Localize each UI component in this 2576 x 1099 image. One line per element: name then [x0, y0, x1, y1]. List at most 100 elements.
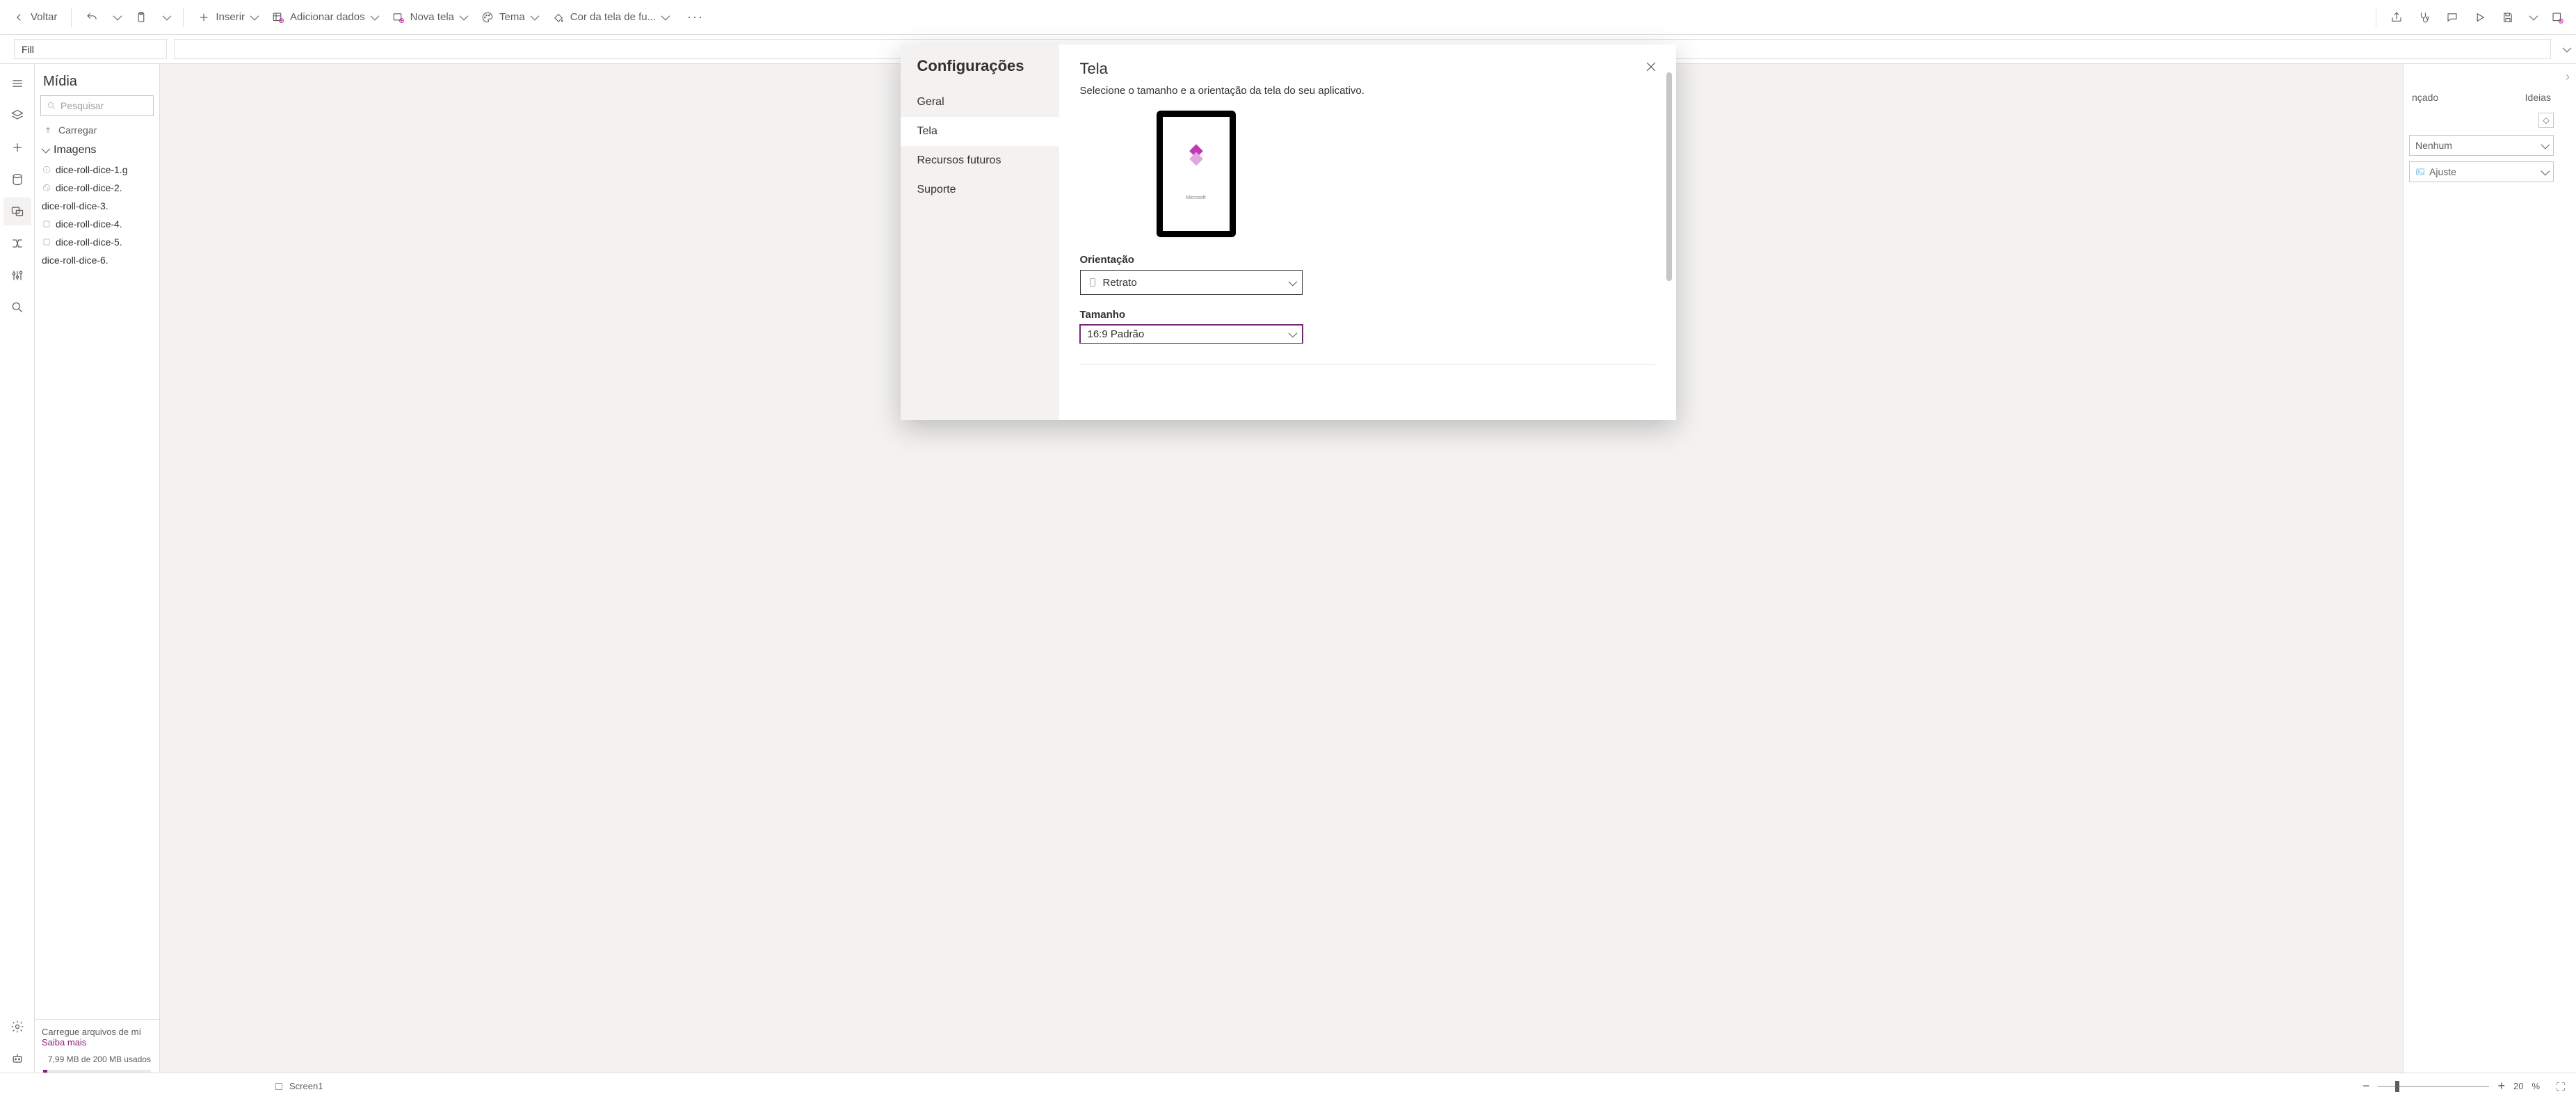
media-item[interactable]: dice-roll-dice-3.: [35, 197, 159, 215]
flow-icon: [10, 236, 24, 250]
add-data-button[interactable]: Adicionar dados: [266, 3, 383, 31]
settings-nav-screen[interactable]: Tela: [901, 117, 1059, 146]
chat-icon: [2446, 11, 2458, 24]
rail-settings[interactable]: [3, 1013, 31, 1041]
paste-button[interactable]: [129, 3, 153, 31]
fill-color-button[interactable]: [2538, 113, 2554, 128]
zoom-slider[interactable]: [2378, 1086, 2489, 1087]
modal-scrollbar[interactable]: [1666, 72, 1672, 281]
play-button[interactable]: [2468, 3, 2492, 31]
publish-button[interactable]: [2545, 3, 2569, 31]
chevron-down-icon: [2541, 140, 2547, 151]
chevron-down-icon: [661, 11, 668, 23]
status-bar: Screen1 − + 20 %: [0, 1073, 2576, 1099]
chevron-right-icon: [2563, 72, 2573, 82]
settings-modal: Configurações Geral Tela Recursos futuro…: [901, 45, 1676, 420]
rail-insert[interactable]: [3, 134, 31, 161]
property-name: Fill: [22, 44, 34, 55]
sliders-icon: [10, 268, 24, 282]
back-button[interactable]: Voltar: [7, 3, 63, 31]
rail-search[interactable]: [3, 294, 31, 321]
collapse-right-panel[interactable]: [2559, 64, 2576, 1073]
save-button[interactable]: [2496, 3, 2520, 31]
size-select[interactable]: 16:9 Padrão: [1080, 325, 1303, 343]
new-screen-button[interactable]: Nova tela: [387, 3, 472, 31]
theme-button[interactable]: Tema: [476, 3, 542, 31]
share-icon: [2390, 11, 2403, 24]
media-item-label: dice-roll-dice-5.: [56, 236, 122, 248]
media-item[interactable]: dice-roll-dice-6.: [35, 251, 159, 269]
property-selector[interactable]: Fill: [14, 39, 167, 59]
rail-tree[interactable]: [3, 102, 31, 129]
formula-expand-button[interactable]: [2555, 35, 2576, 63]
chevron-down-icon: [2529, 11, 2536, 23]
fullscreen-icon[interactable]: [2555, 1081, 2566, 1092]
rail-tools[interactable]: [3, 262, 31, 289]
settings-nav-general[interactable]: Geral: [901, 88, 1059, 117]
bg-color-button[interactable]: Cor da tela de fu...: [547, 3, 673, 31]
chevron-down-icon: [531, 11, 537, 23]
media-item-label: dice-roll-dice-1.g: [56, 164, 127, 175]
back-label: Voltar: [31, 11, 57, 23]
chevron-down-icon: [113, 11, 120, 23]
checker-button[interactable]: [2413, 3, 2436, 31]
rail-ai[interactable]: [3, 1045, 31, 1073]
table-plus-icon: [272, 11, 284, 24]
rail-data[interactable]: [3, 166, 31, 193]
undo-more-button[interactable]: [108, 3, 125, 31]
layers-icon: [10, 109, 24, 122]
media-icon: [10, 204, 24, 218]
zoom-in-button[interactable]: +: [2497, 1079, 2505, 1093]
prop-tab-ideas[interactable]: Ideias: [2525, 92, 2551, 103]
prop-tab-advanced[interactable]: nçado: [2412, 92, 2438, 103]
new-screen-label: Nova tela: [410, 11, 454, 23]
device-preview: Microsoft: [1157, 111, 1236, 237]
learn-more-link[interactable]: Saiba mais: [42, 1037, 86, 1048]
dice-icon: [42, 165, 51, 175]
chevron-down-icon: [1289, 328, 1295, 340]
database-icon: [10, 173, 24, 186]
more-button[interactable]: ···: [677, 3, 714, 31]
upload-button[interactable]: Carregar: [35, 120, 159, 140]
rail-flows[interactable]: [3, 230, 31, 257]
bot-icon: [10, 1052, 24, 1066]
prop-dropdown-1[interactable]: Nenhum: [2409, 135, 2554, 156]
checkbox-icon: [274, 1082, 284, 1091]
rail-hamburger[interactable]: [3, 70, 31, 97]
media-item[interactable]: dice-roll-dice-4.: [35, 215, 159, 233]
rail-media[interactable]: [3, 198, 31, 225]
settings-content: Tela Selecione o tamanho e a orientação …: [1059, 45, 1676, 420]
media-search-input[interactable]: Pesquisar: [40, 95, 154, 116]
undo-button[interactable]: [80, 3, 104, 31]
screen-name: Screen1: [289, 1081, 323, 1091]
media-group-images[interactable]: Imagens: [35, 140, 159, 161]
size-value: 16:9 Padrão: [1088, 328, 1145, 340]
close-button[interactable]: [1640, 56, 1662, 81]
orientation-value: Retrato: [1103, 277, 1137, 289]
save-more-button[interactable]: [2524, 3, 2541, 31]
bucket-icon: [552, 11, 565, 24]
zoom-out-button[interactable]: −: [2362, 1079, 2370, 1093]
plus-icon: [10, 141, 24, 154]
separator: [183, 8, 184, 27]
clipboard-icon: [135, 11, 147, 24]
group-label: Imagens: [54, 144, 96, 157]
orientation-select[interactable]: Retrato: [1080, 270, 1303, 295]
media-item-label: dice-roll-dice-2.: [56, 182, 122, 193]
media-item[interactable]: dice-roll-dice-2.: [35, 179, 159, 197]
share-button[interactable]: [2385, 3, 2408, 31]
stethoscope-icon: [2418, 11, 2431, 24]
chevron-down-icon: [1289, 277, 1295, 289]
add-data-label: Adicionar dados: [290, 11, 365, 23]
image-icon: [2415, 167, 2425, 177]
comments-button[interactable]: [2440, 3, 2464, 31]
prop-dropdown-2[interactable]: Ajuste: [2409, 161, 2554, 182]
media-item[interactable]: dice-roll-dice-1.g: [35, 161, 159, 179]
media-item[interactable]: dice-roll-dice-5.: [35, 233, 159, 251]
insert-button[interactable]: Inserir: [192, 3, 262, 31]
paste-more-button[interactable]: [157, 3, 175, 31]
properties-panel: nçado Ideias Nenhum Ajuste: [2403, 64, 2559, 1073]
settings-nav-future[interactable]: Recursos futuros: [901, 146, 1059, 175]
settings-nav-support[interactable]: Suporte: [901, 175, 1059, 204]
screen-selector[interactable]: Screen1: [274, 1081, 323, 1091]
